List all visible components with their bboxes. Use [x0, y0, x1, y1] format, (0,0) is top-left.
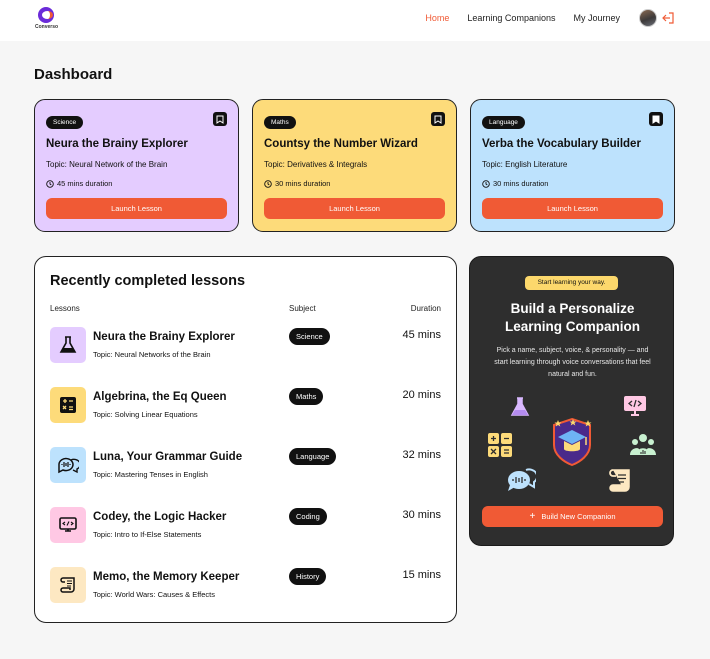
cta-description: Pick a name, subject, voice, & personali…	[494, 347, 651, 378]
bookmark-icon[interactable]	[213, 112, 227, 126]
lesson-row[interactable]: Memo, the Memory Keeper Topic: World War…	[35, 567, 456, 607]
recent-lessons-panel: Recently completed lessons Lessons Subje…	[34, 256, 457, 623]
subject-badge: Maths	[289, 388, 324, 405]
companion-name: Countsy the Number Wizard	[264, 138, 418, 150]
subject-badge: Coding	[289, 508, 327, 525]
build-new-companion-button[interactable]: + Build New Companion	[482, 506, 663, 527]
lesson-topic: Topic: Intro to If-Else Statements	[93, 530, 202, 539]
plus-icon: +	[529, 511, 536, 522]
subject-badge: History	[289, 568, 327, 585]
nav-link-learning-companions[interactable]: Learning Companions	[467, 13, 555, 23]
lesson-topic: Topic: Mastering Tenses in English	[93, 470, 208, 479]
column-header-lessons: Lessons	[50, 304, 80, 313]
logout-icon[interactable]	[661, 11, 675, 25]
calculator-icon	[50, 387, 86, 423]
lesson-row[interactable]: Neura the Brainy Explorer Topic: Neural …	[35, 327, 456, 367]
cta-tagline: Start learning your way.	[525, 276, 618, 290]
lesson-duration: 20 mins	[402, 389, 441, 401]
speech-bubbles-icon	[50, 447, 86, 483]
logo-text: Converso	[35, 24, 59, 30]
clock-icon	[264, 179, 272, 188]
clock-icon	[46, 179, 54, 188]
companion-card: Science Neura the Brainy Explorer Topic:…	[34, 99, 239, 232]
lesson-name: Luna, Your Grammar Guide	[93, 451, 243, 463]
companion-card: Maths Countsy the Number Wizard Topic: D…	[252, 99, 457, 232]
flask-icon	[50, 327, 86, 363]
duration-text: 30 mins duration	[493, 179, 549, 188]
companion-duration: 30 mins duration	[482, 179, 663, 188]
lesson-name: Memo, the Memory Keeper	[93, 571, 240, 583]
subject-badge: Maths	[264, 116, 296, 129]
lesson-duration: 15 mins	[402, 569, 441, 581]
launch-lesson-button[interactable]: Launch Lesson	[264, 198, 445, 219]
bookmark-icon[interactable]	[431, 112, 445, 126]
nav-link-home[interactable]: Home	[425, 13, 449, 23]
launch-lesson-button[interactable]: Launch Lesson	[482, 198, 663, 219]
companion-duration: 30 mins duration	[264, 179, 445, 188]
companion-name: Verba the Vocabulary Builder	[482, 138, 641, 150]
lesson-duration: 32 mins	[402, 449, 441, 461]
clock-icon	[482, 179, 490, 188]
companion-topic: Topic: Neural Network of the Brain	[46, 160, 168, 169]
cta-title-line2: Learning Companion	[505, 319, 640, 334]
companion-duration: 45 mins duration	[46, 179, 227, 188]
lesson-topic: Topic: Solving Linear Equations	[93, 410, 198, 419]
column-header-duration: Duration	[410, 304, 441, 313]
companion-name: Neura the Brainy Explorer	[46, 138, 188, 150]
nav-links: Home Learning Companions My Journey	[425, 13, 620, 23]
lesson-row[interactable]: Luna, Your Grammar Guide Topic: Masterin…	[35, 447, 456, 487]
lesson-topic: Topic: World Wars: Causes & Effects	[93, 590, 215, 599]
recent-lessons-title: Recently completed lessons	[50, 273, 246, 289]
calculator-icon	[488, 433, 512, 457]
scroll-icon	[50, 567, 86, 603]
page-title: Dashboard	[34, 66, 113, 83]
code-monitor-icon	[624, 396, 646, 416]
duration-text: 30 mins duration	[275, 179, 331, 188]
cta-title-line1: Build a Personalize	[510, 301, 635, 316]
logo-icon	[38, 7, 54, 23]
subject-badge: Science	[289, 328, 330, 345]
speech-bubbles-icon	[508, 468, 536, 491]
subject-badge: Language	[289, 448, 337, 465]
lesson-row[interactable]: Algebrina, the Eq Queen Topic: Solving L…	[35, 387, 456, 427]
build-new-companion-label: Build New Companion	[541, 512, 616, 521]
cta-title: Build a Personalize Learning Companion	[470, 300, 675, 336]
scroll-icon	[609, 469, 630, 492]
stars-icon	[554, 419, 592, 427]
code-monitor-icon	[50, 507, 86, 543]
flask-icon	[510, 397, 530, 416]
lesson-name: Algebrina, the Eq Queen	[93, 391, 227, 403]
launch-lesson-button[interactable]: Launch Lesson	[46, 198, 227, 219]
subject-badge: Language	[482, 116, 525, 129]
lesson-duration: 45 mins	[402, 329, 441, 341]
lesson-name: Codey, the Logic Hacker	[93, 511, 227, 523]
subject-badge: Science	[46, 116, 84, 129]
companion-topic: Topic: English Literature	[482, 160, 568, 169]
column-header-subject: Subject	[289, 304, 316, 313]
bookmark-filled-icon[interactable]	[649, 112, 663, 126]
duration-text: 45 mins duration	[57, 179, 113, 188]
lesson-topic: Topic: Neural Networks of the Brain	[93, 350, 211, 359]
lesson-name: Neura the Brainy Explorer	[93, 331, 235, 343]
navbar: Converso Home Learning Companions My Jou…	[0, 0, 710, 41]
lesson-duration: 30 mins	[402, 509, 441, 521]
lesson-row[interactable]: Codey, the Logic Hacker Topic: Intro to …	[35, 507, 456, 547]
group-icon	[630, 434, 656, 455]
companion-topic: Topic: Derivatives & Integrals	[264, 160, 368, 169]
logo[interactable]: Converso	[35, 7, 59, 30]
avatar[interactable]	[639, 9, 657, 27]
nav-link-my-journey[interactable]: My Journey	[573, 13, 620, 23]
companion-card: Language Verba the Vocabulary Builder To…	[470, 99, 675, 232]
build-companion-cta: Start learning your way. Build a Persona…	[469, 256, 674, 546]
